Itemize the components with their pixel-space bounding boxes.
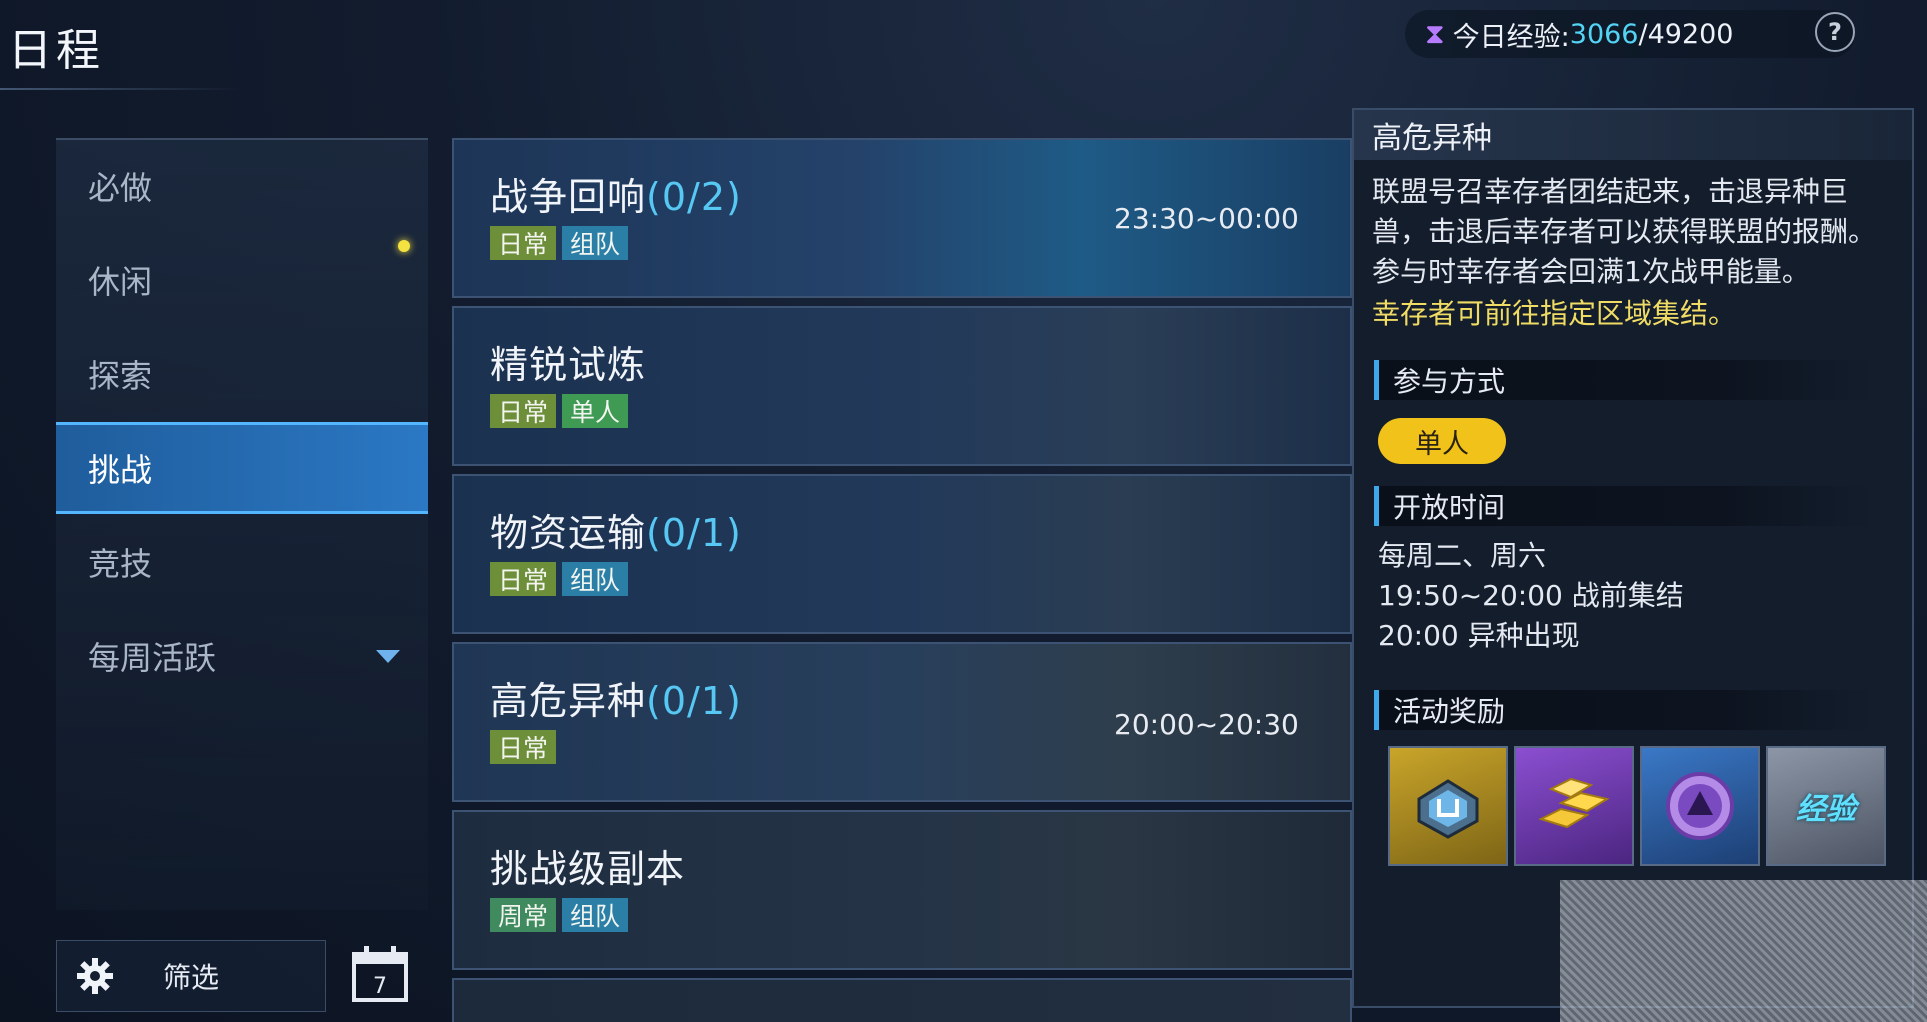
detail-title: 高危异种 (1354, 110, 1912, 160)
tag-daily: 日常 (490, 226, 557, 260)
participation-heading: 参与方式 (1374, 360, 1874, 400)
sidebar-item-weekly-active[interactable]: 每周活跃 (56, 610, 428, 702)
tag-solo: 单人 (562, 394, 629, 428)
sidebar-item-explore[interactable]: 探索 (56, 328, 428, 420)
activity-tags: 周常 组队 (490, 898, 629, 932)
activity-time: 20:00~20:30 (1114, 708, 1299, 741)
activity-card-next[interactable] (452, 978, 1352, 1022)
activity-card-high-risk-mutant[interactable]: 高危异种(0/1) 日常 20:00~20:30 (452, 642, 1352, 802)
calendar-icon[interactable]: 7 (350, 944, 410, 1004)
open-time-line: 20:00 异种出现 (1378, 619, 1580, 652)
sidebar-item-challenge[interactable]: 挑战 (56, 422, 428, 514)
title-divider (0, 88, 240, 90)
help-button[interactable]: ? (1815, 12, 1855, 52)
activity-title: 精锐试炼 (490, 343, 647, 387)
open-time-line: 19:50~20:00 战前集结 (1378, 579, 1684, 612)
activity-card-elite-trial[interactable]: 精锐试炼 日常 单人 (452, 306, 1352, 466)
watermark (1560, 880, 1927, 1022)
open-time-line: 每周二、周六 (1378, 539, 1547, 572)
notification-dot (398, 240, 410, 252)
activity-title: 高危异种(0/1) (490, 679, 742, 723)
tag-daily: 日常 (490, 562, 557, 596)
gold-bars-icon (1538, 777, 1610, 829)
activity-card-supply-transport[interactable]: 物资运输(0/1) 日常 组队 (452, 474, 1352, 634)
sidebar-item-label: 竞技 (88, 545, 153, 583)
open-time-heading: 开放时间 (1374, 486, 1874, 526)
question-icon: ? (1828, 18, 1842, 46)
exp-max: /49200 (1638, 18, 1734, 50)
page-title: 日程 (8, 25, 104, 76)
daily-exp-bar: ⧗ 今日经验: 3066 /49200 (1405, 10, 1855, 58)
activity-title: 挑战级副本 (490, 847, 686, 891)
reward-list: 经验 (1388, 746, 1886, 866)
activity-tags: 日常 单人 (490, 394, 629, 428)
sidebar-item-arena[interactable]: 竞技 (56, 516, 428, 608)
sidebar-item-required[interactable]: 必做 (56, 140, 428, 232)
open-time-list: 每周二、周六 19:50~20:00 战前集结 20:00 异种出现 (1378, 536, 1684, 656)
activity-title: 战争回响(0/2) (490, 175, 742, 219)
detail-note: 幸存者可前往指定区域集结。 (1372, 297, 1737, 330)
sidebar-item-label: 每周活跃 (88, 639, 217, 677)
filter-label: 筛选 (163, 961, 220, 994)
sidebar-item-label: 休闲 (88, 263, 153, 301)
filter-button[interactable]: 筛选 (56, 940, 326, 1012)
category-sidebar: 必做 休闲 探索 挑战 竞技 每周活跃 (56, 138, 428, 910)
activity-time: 23:30~00:00 (1114, 202, 1299, 235)
tag-daily: 日常 (490, 730, 557, 764)
reward-item[interactable]: 经验 (1766, 746, 1886, 866)
tag-daily: 日常 (490, 394, 557, 428)
tag-team: 组队 (562, 226, 629, 260)
sidebar-item-label: 探索 (88, 357, 153, 395)
reward-item[interactable] (1514, 746, 1634, 866)
activity-detail-panel: 高危异种 联盟号召幸存者团结起来，击退异种巨兽，击退后幸存者可以获得联盟的报酬。… (1352, 108, 1914, 1008)
calendar-day: 7 (373, 974, 387, 999)
card-background (454, 980, 1350, 1022)
purple-coin-icon (1666, 772, 1734, 840)
reward-item[interactable] (1640, 746, 1760, 866)
activity-tags: 日常 组队 (490, 226, 629, 260)
tag-team: 组队 (562, 898, 629, 932)
detail-description: 联盟号召幸存者团结起来，击退异种巨兽，击退后幸存者可以获得联盟的报酬。参与时幸存… (1372, 175, 1877, 288)
hourglass-icon: ⧗ (1425, 17, 1445, 50)
exp-icon: 经验 (1796, 792, 1856, 827)
armor-chip-icon (1417, 779, 1479, 839)
tag-weekly: 周常 (490, 898, 557, 932)
tag-team: 组队 (562, 562, 629, 596)
reward-item[interactable] (1388, 746, 1508, 866)
activity-title: 物资运输(0/1) (490, 511, 742, 555)
activity-card-challenge-dungeon[interactable]: 挑战级副本 周常 组队 (452, 810, 1352, 970)
participation-mode-badge: 单人 (1378, 418, 1506, 464)
activity-tags: 日常 (490, 730, 557, 764)
sidebar-item-label: 必做 (88, 169, 153, 207)
exp-label: 今日经验: (1452, 21, 1570, 53)
activity-card-war-echo[interactable]: 战争回响(0/2) 日常 组队 23:30~00:00 (452, 138, 1352, 298)
gear-icon (77, 958, 113, 994)
sidebar-item-label: 挑战 (88, 451, 153, 489)
chevron-down-icon (376, 650, 400, 663)
activity-tags: 日常 组队 (490, 562, 629, 596)
exp-current: 3066 (1569, 18, 1639, 50)
sidebar-item-leisure[interactable]: 休闲 (56, 234, 428, 326)
rewards-heading: 活动奖励 (1374, 690, 1874, 730)
